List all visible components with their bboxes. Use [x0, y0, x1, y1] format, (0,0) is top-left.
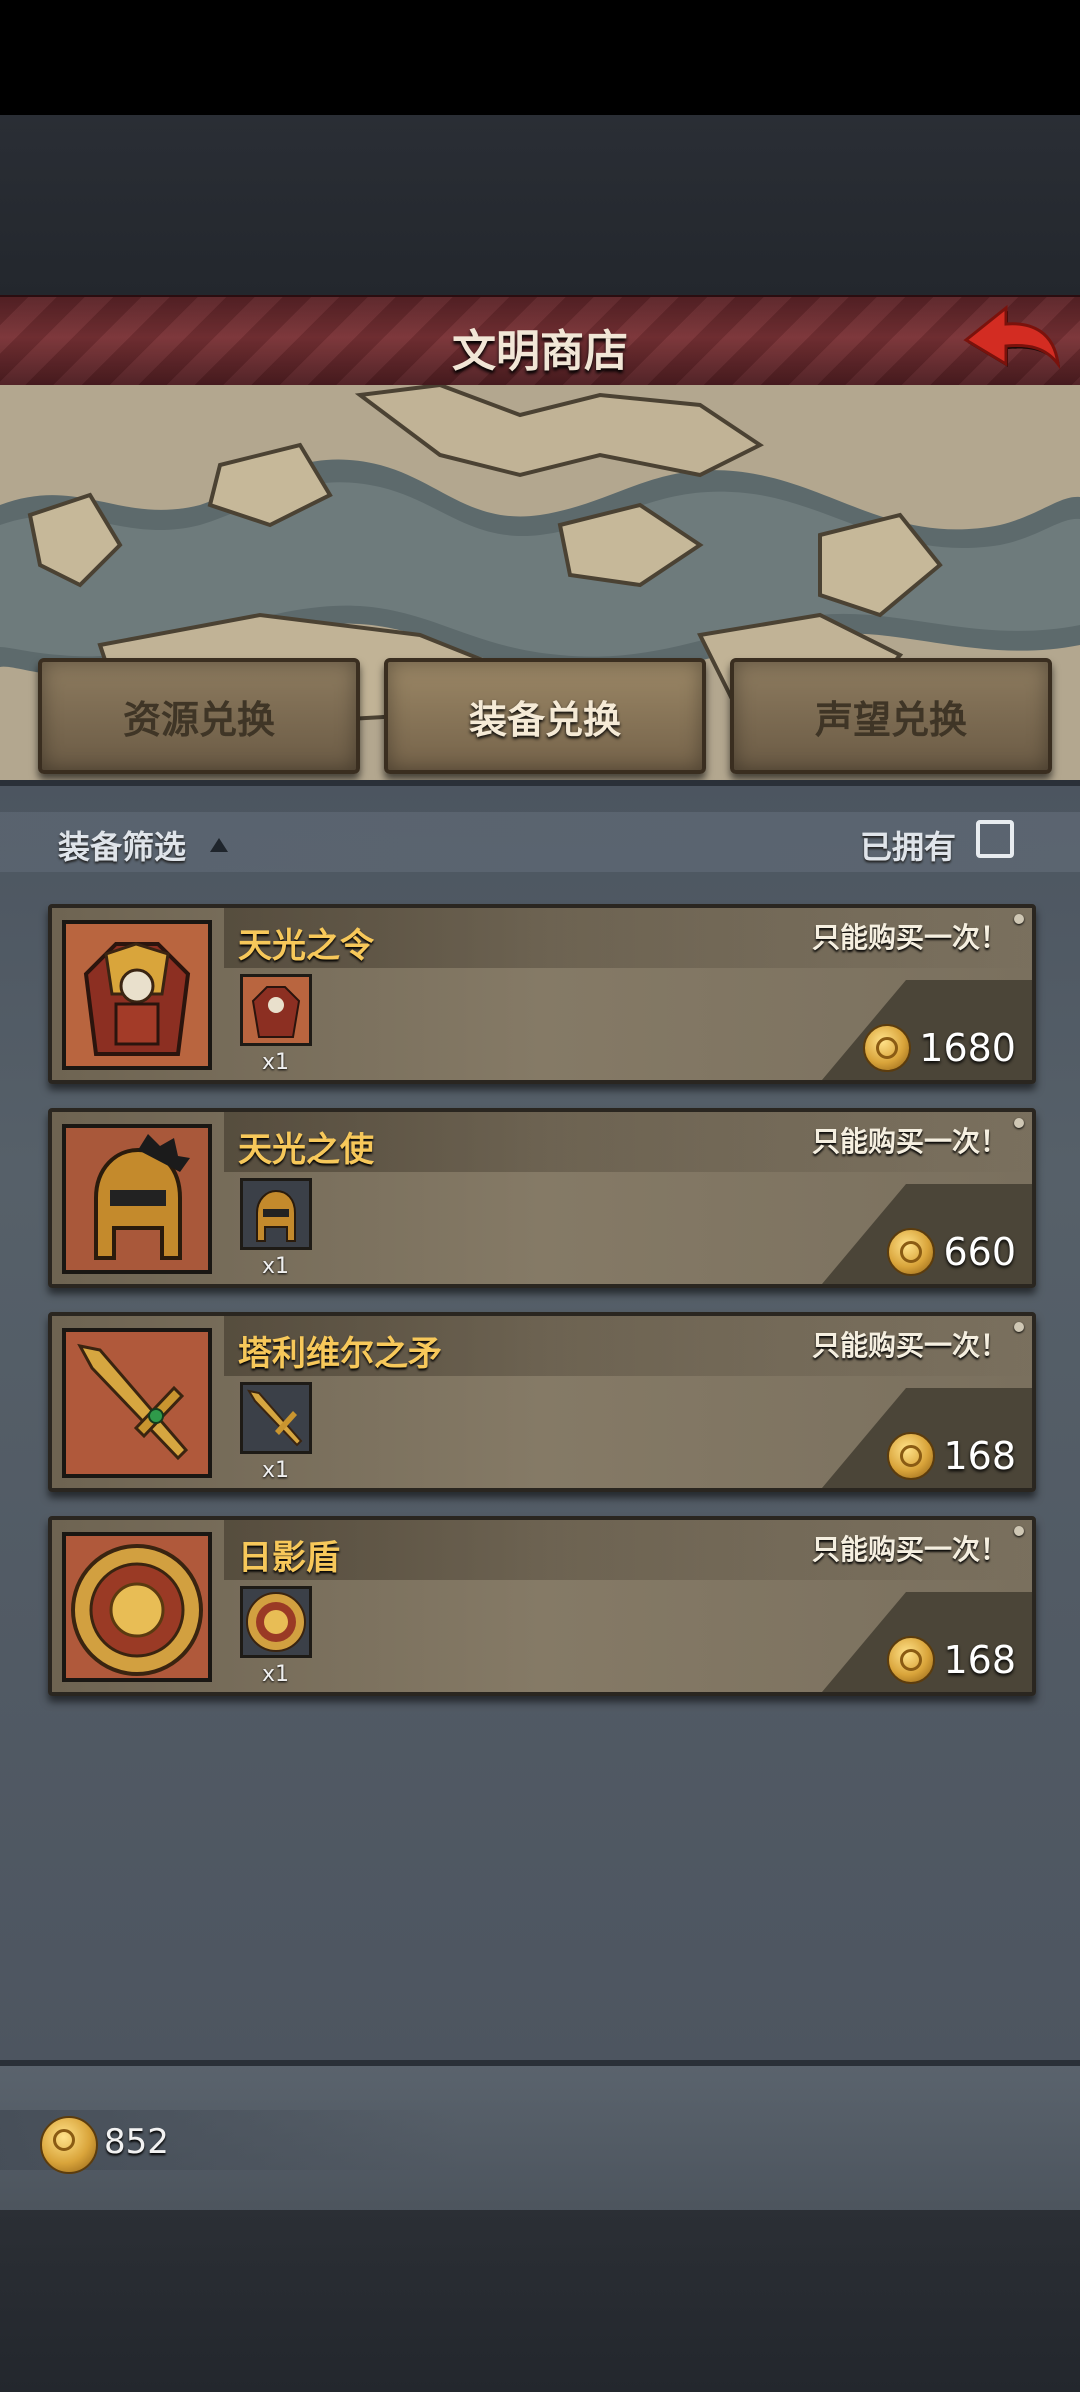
top-backdrop — [0, 115, 1080, 295]
golden-helmet-icon — [62, 1124, 212, 1274]
page-title: 文明商店 — [452, 326, 628, 377]
back-arrow-icon[interactable] — [962, 300, 1062, 378]
caret-up-icon[interactable] — [210, 838, 228, 852]
gold-coin-icon — [40, 2116, 98, 2174]
owned-checkbox[interactable] — [976, 820, 1014, 858]
golden-armor-icon — [240, 974, 312, 1046]
sun-shield-icon — [62, 1532, 212, 1682]
bottom-backdrop — [0, 2210, 1080, 2392]
shop-item[interactable]: 天光之使 只能购买一次！ x1 660 — [48, 1108, 1036, 1288]
price-tag[interactable]: 660 — [887, 1224, 1016, 1280]
tab-reputation-exchange[interactable]: 声望兑换 — [730, 658, 1052, 774]
item-price: 168 — [943, 1434, 1016, 1478]
golden-armor-icon — [62, 920, 212, 1070]
gold-coin-icon — [887, 1636, 936, 1684]
item-price: 1680 — [919, 1026, 1016, 1070]
spear-icon — [62, 1328, 212, 1478]
tab-equipment-exchange[interactable]: 装备兑换 — [384, 658, 706, 774]
shop-item[interactable]: 塔利维尔之矛 只能购买一次！ x1 168 — [48, 1312, 1036, 1492]
shop-item[interactable]: 天光之令 只能购买一次！ x1 1680 — [48, 904, 1036, 1084]
item-name: 塔利维尔之矛 — [238, 1334, 442, 1374]
purchase-limit-text: 只能购买一次！ — [811, 1125, 1008, 1158]
shop-item[interactable]: 日影盾 只能购买一次！ x1 168 — [48, 1516, 1036, 1696]
price-tag[interactable]: 168 — [887, 1428, 1016, 1484]
status-bar — [0, 0, 1080, 115]
info-dot-icon — [1014, 914, 1024, 924]
info-dot-icon — [1014, 1118, 1024, 1128]
item-name: 天光之使 — [238, 1130, 374, 1170]
sun-shield-icon — [240, 1586, 312, 1658]
info-dot-icon — [1014, 1322, 1024, 1332]
purchase-limit-text: 只能购买一次！ — [811, 1329, 1008, 1362]
spear-icon — [240, 1382, 312, 1454]
item-price: 660 — [943, 1230, 1016, 1274]
equipment-filter-dropdown[interactable]: 装备筛选 — [58, 822, 186, 868]
owned-label: 已拥有 — [860, 828, 957, 866]
item-quantity: x1 — [262, 1662, 290, 1687]
item-name: 天光之令 — [238, 926, 374, 966]
price-tag[interactable]: 168 — [887, 1632, 1016, 1688]
item-price: 168 — [943, 1638, 1016, 1682]
gold-coin-icon — [887, 1432, 936, 1480]
item-quantity: x1 — [262, 1458, 290, 1483]
price-tag[interactable]: 1680 — [863, 1020, 1016, 1076]
tab-resource-exchange[interactable]: 资源兑换 — [38, 658, 360, 774]
info-dot-icon — [1014, 1526, 1024, 1536]
gold-coin-icon — [887, 1228, 936, 1276]
item-quantity: x1 — [262, 1050, 290, 1075]
golden-helmet-icon — [240, 1178, 312, 1250]
purchase-limit-text: 只能购买一次！ — [811, 921, 1008, 954]
title-bar: 文明商店 — [0, 295, 1080, 390]
item-name: 日影盾 — [238, 1538, 340, 1578]
purchase-limit-text: 只能购买一次！ — [811, 1533, 1008, 1566]
item-quantity: x1 — [262, 1254, 290, 1279]
gold-coin-icon — [863, 1024, 912, 1072]
currency-amount: 852 — [104, 2122, 169, 2162]
